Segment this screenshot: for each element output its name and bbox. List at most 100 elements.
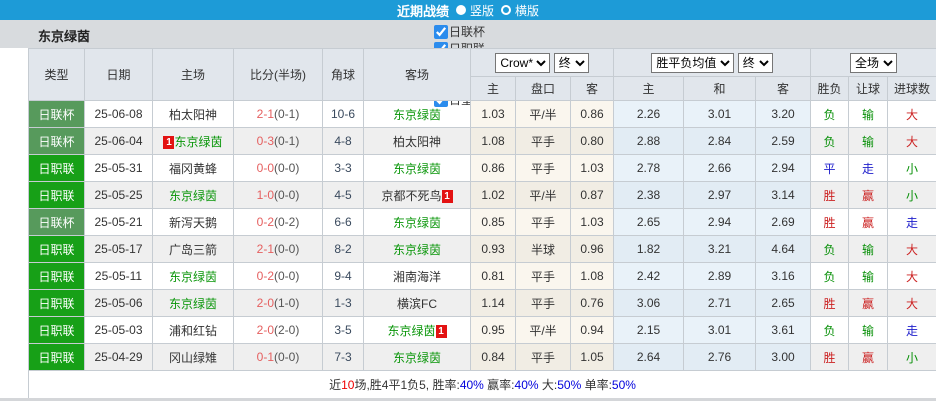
match-score: 2-1(0-0) [234, 236, 323, 263]
away-team[interactable]: 东京绿茵 [364, 209, 471, 236]
team-name-text[interactable]: 东京绿茵 [393, 216, 441, 230]
corner-score: 6-6 [323, 209, 364, 236]
odds-time-select-1[interactable]: 终 [554, 53, 589, 73]
corner-score: 4-8 [323, 128, 364, 155]
table-row: 日职联 25-05-11 东京绿茵 0-2(0-0) 9-4 湘南海洋 0.81… [29, 263, 936, 290]
result-handicap: 赢 [849, 182, 888, 209]
team-name-text[interactable]: 浦和红钻 [169, 324, 217, 338]
fulltime-score: 2-1 [257, 242, 274, 256]
home-team[interactable]: 福冈黄蜂 [153, 155, 234, 182]
team-name-text[interactable]: 湘南海洋 [393, 270, 441, 284]
red-card-badge: 1 [163, 136, 174, 149]
crow-home-odds: 0.81 [471, 263, 516, 290]
corner-score: 9-4 [323, 263, 364, 290]
away-team[interactable]: 东京绿茵 [364, 344, 471, 371]
team-name-text[interactable]: 京都不死鸟 [381, 189, 441, 203]
result-winloss: 胜 [811, 182, 849, 209]
radio-unselected-icon[interactable] [501, 5, 511, 15]
summary-row: 近10场,胜4平1负5, 胜率:40% 赢率:40% 大:50% 单率:50% [29, 371, 936, 399]
team-name-text[interactable]: 东京绿茵 [393, 162, 441, 176]
avg-draw-odds: 2.66 [684, 155, 756, 182]
home-team[interactable]: 东京绿茵 [153, 182, 234, 209]
home-team[interactable]: 东京绿茵 [153, 290, 234, 317]
team-name-text[interactable]: 新泻天鹅 [169, 216, 217, 230]
team-name-text[interactable]: 东京绿茵 [393, 243, 441, 257]
crow-handicap: 平手 [516, 155, 571, 182]
team-name-text[interactable]: 东京绿茵 [393, 351, 441, 365]
home-team[interactable]: 东京绿茵 [153, 263, 234, 290]
fulltime-score: 1-0 [257, 188, 274, 202]
radio-horizontal-label[interactable]: 横版 [515, 2, 539, 19]
match-score: 0-1(0-0) [234, 344, 323, 371]
table-row: 日联杯 25-06-08 柏太阳神 2-1(0-1) 10-6 东京绿茵 1.0… [29, 101, 936, 128]
avg-away-odds: 3.61 [756, 317, 811, 344]
team-name-text[interactable]: 广岛三箭 [169, 243, 217, 257]
result-winloss: 胜 [811, 344, 849, 371]
scope-cell: 全场 [811, 49, 936, 77]
match-date: 25-05-11 [85, 263, 153, 290]
corner-score: 4-5 [323, 182, 364, 209]
away-team[interactable]: 东京绿茵1 [364, 317, 471, 344]
team-name: 东京绿茵 [38, 26, 90, 45]
avg-away-odds: 2.94 [756, 155, 811, 182]
radio-horizontal-layout[interactable]: 横版 [501, 2, 539, 19]
halftime-score: (0-0) [274, 242, 299, 256]
corner-score: 3-3 [323, 155, 364, 182]
team-name-text[interactable]: 东京绿茵 [169, 270, 217, 284]
avg-away-odds: 3.20 [756, 101, 811, 128]
scope-select[interactable]: 全场 [850, 53, 897, 73]
table-row: 日职联 25-04-29 冈山绿雉 0-1(0-0) 7-3 东京绿茵 0.84… [29, 344, 936, 371]
home-team[interactable]: 广岛三箭 [153, 236, 234, 263]
result-handicap: 赢 [849, 344, 888, 371]
home-team[interactable]: 冈山绿雉 [153, 344, 234, 371]
team-name-text[interactable]: 东京绿茵 [387, 324, 435, 338]
radio-selected-icon[interactable] [456, 5, 466, 15]
away-team[interactable]: 横滨FC [364, 290, 471, 317]
team-name-text[interactable]: 东京绿茵 [169, 297, 217, 311]
avg-draw-odds: 2.97 [684, 182, 756, 209]
match-score: 0-3(0-1) [234, 128, 323, 155]
red-card-badge: 1 [442, 190, 453, 203]
away-team[interactable]: 京都不死鸟1 [364, 182, 471, 209]
match-score: 2-0(1-0) [234, 290, 323, 317]
match-date: 25-05-21 [85, 209, 153, 236]
team-name-text[interactable]: 横滨FC [397, 297, 437, 311]
table-row: 日职联 25-05-06 东京绿茵 2-0(1-0) 1-3 横滨FC 1.14… [29, 290, 936, 317]
away-team[interactable]: 湘南海洋 [364, 263, 471, 290]
home-team[interactable]: 1东京绿茵 [153, 128, 234, 155]
col-avg-away: 客 [756, 77, 811, 101]
away-team[interactable]: 东京绿茵 [364, 155, 471, 182]
team-name-text[interactable]: 柏太阳神 [393, 135, 441, 149]
col-score: 比分(半场) [234, 49, 323, 101]
crow-home-odds: 0.95 [471, 317, 516, 344]
result-winloss: 负 [811, 128, 849, 155]
recent-results-page: 近期战绩 竖版 横版 东京绿茵 近 10 场 同主 日联杯日职联国际友谊球会友谊… [0, 0, 936, 401]
team-name-text[interactable]: 东京绿茵 [393, 108, 441, 122]
league-filter-1[interactable]: 日联杯 [434, 23, 497, 40]
away-team[interactable]: 东京绿茵 [364, 236, 471, 263]
crow-away-odds: 0.76 [571, 290, 614, 317]
crow-away-odds: 0.86 [571, 101, 614, 128]
filter-bar: 东京绿茵 近 10 场 同主 日联杯日职联国际友谊球会友谊日皇杯 [0, 20, 936, 48]
team-name-text[interactable]: 福冈黄蜂 [169, 162, 217, 176]
league-checkbox[interactable] [434, 25, 448, 39]
team-name-text[interactable]: 东京绿茵 [174, 135, 222, 149]
avg-home-odds: 2.78 [614, 155, 684, 182]
avg-source-select[interactable]: 胜平负均值 [651, 53, 734, 73]
match-type-badge: 日职联 [29, 263, 85, 290]
team-name-text[interactable]: 柏太阳神 [169, 108, 217, 122]
home-team[interactable]: 新泻天鹅 [153, 209, 234, 236]
team-name-text[interactable]: 东京绿茵 [169, 189, 217, 203]
result-winloss: 负 [811, 317, 849, 344]
home-team[interactable]: 浦和红钻 [153, 317, 234, 344]
away-team[interactable]: 柏太阳神 [364, 128, 471, 155]
odds-time-select-2[interactable]: 终 [738, 53, 773, 73]
odds-source-select[interactable]: Crow* [495, 53, 550, 73]
radio-vertical-layout[interactable]: 竖版 [456, 2, 494, 19]
away-team[interactable]: 东京绿茵 [364, 101, 471, 128]
summary-segment: 50% [612, 378, 636, 392]
home-team[interactable]: 柏太阳神 [153, 101, 234, 128]
radio-vertical-label[interactable]: 竖版 [470, 2, 494, 19]
result-handicap: 赢 [849, 290, 888, 317]
team-name-text[interactable]: 冈山绿雉 [169, 351, 217, 365]
